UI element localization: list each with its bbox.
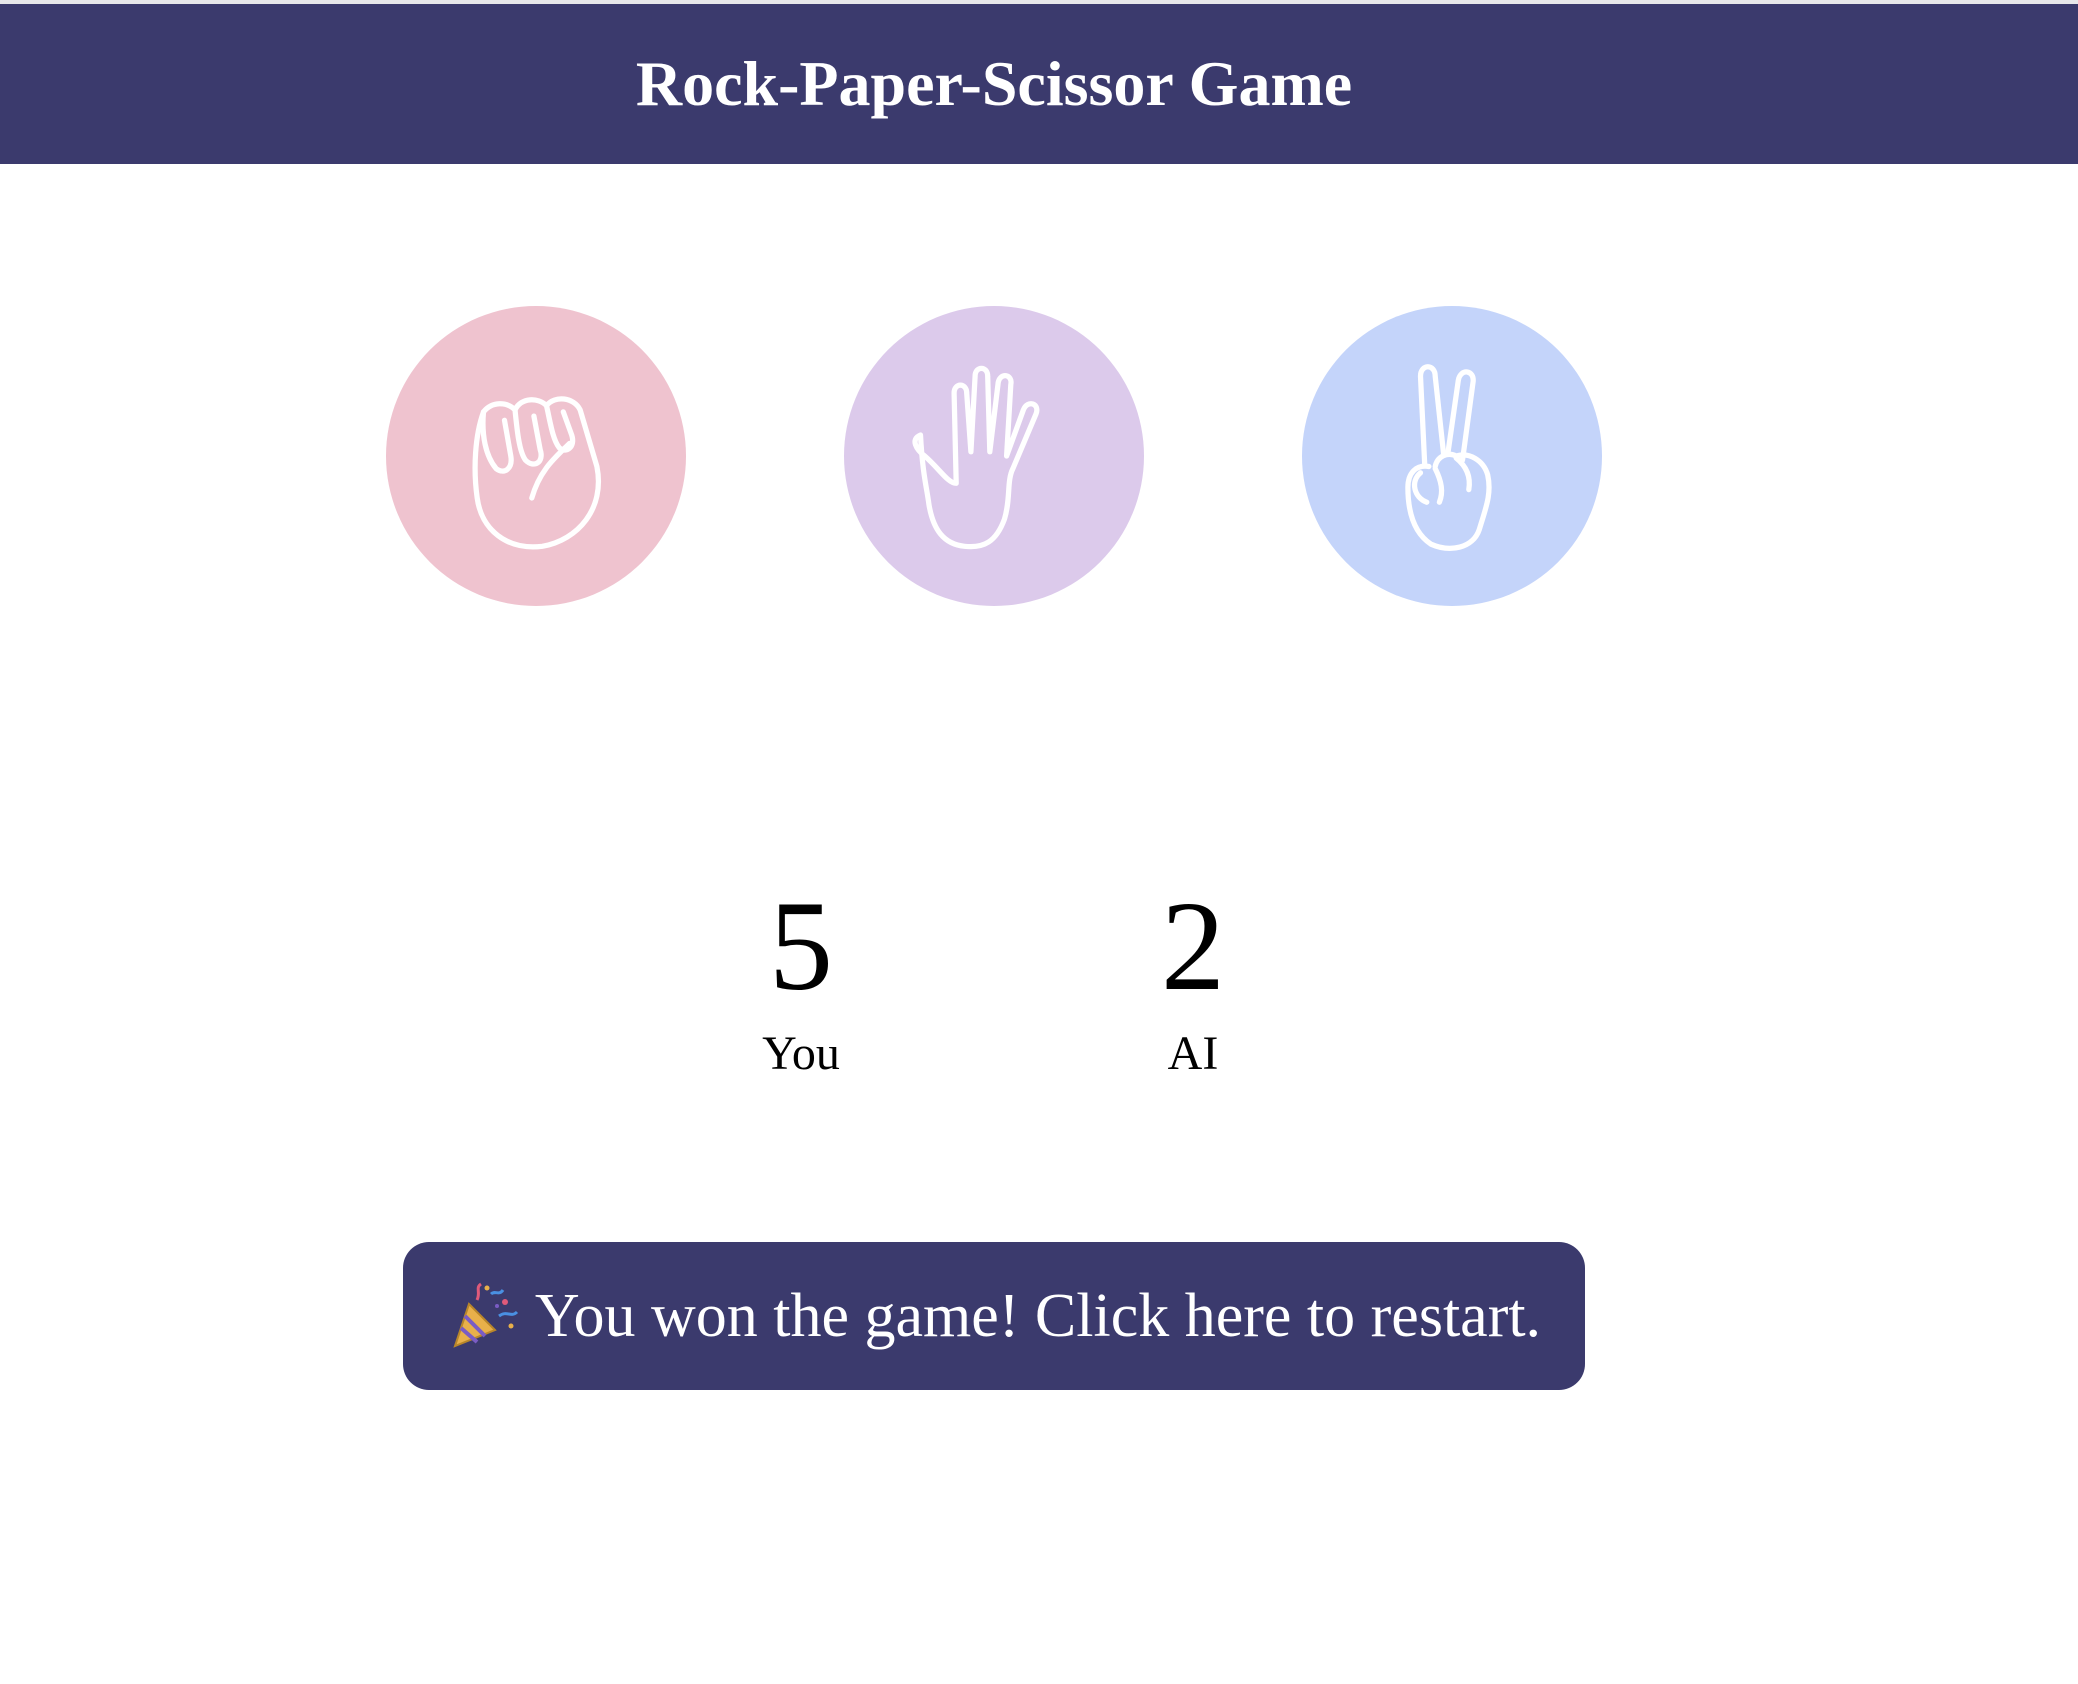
ai-score: 2 AI xyxy=(1083,882,1303,1078)
scissors-choice-button[interactable] xyxy=(1302,306,1602,606)
rock-choice-button[interactable] xyxy=(386,306,686,606)
paper-choice-button[interactable] xyxy=(844,306,1144,606)
restart-button[interactable]: You won the game! Click here to restart. xyxy=(403,1242,1585,1390)
peace-hand-icon xyxy=(1405,364,1492,551)
player-score: 5 You xyxy=(691,882,911,1078)
party-popper-icon xyxy=(453,1282,518,1348)
restart-label: You won the game! Click here to restart. xyxy=(534,1281,1542,1350)
player-score-label: You xyxy=(762,1027,840,1080)
player-score-value: 5 xyxy=(769,875,833,1017)
open-hand-icon xyxy=(912,365,1040,550)
app-header: Rock-Paper-Scissor Game xyxy=(0,4,2078,164)
ai-score-label: AI xyxy=(1167,1027,1219,1080)
page-title: Rock-Paper-Scissor Game xyxy=(635,48,1353,119)
fist-icon xyxy=(472,396,601,550)
ai-score-value: 2 xyxy=(1161,875,1225,1017)
